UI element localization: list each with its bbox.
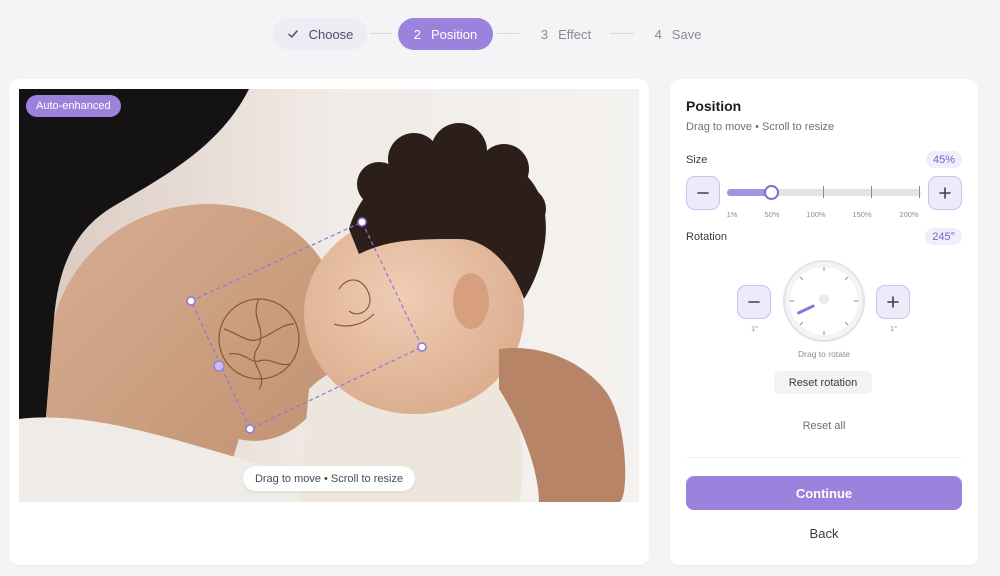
size-decrease-button[interactable] [686, 176, 720, 210]
size-slider[interactable] [727, 185, 921, 200]
slider-tick [871, 186, 872, 198]
rotation-label: Rotation [686, 231, 727, 243]
rotation-decrease-button[interactable] [737, 285, 771, 319]
size-label: Size [686, 154, 708, 166]
rotation-step-right: 1° [890, 324, 898, 333]
step-number: 3 [540, 26, 549, 42]
rotation-step-left: 1° [751, 324, 759, 333]
step-label: Save [671, 26, 702, 42]
dial-hint: Drag to rotate [798, 349, 850, 359]
step-number: 4 [654, 26, 662, 42]
panel-subtitle: Drag to move • Scroll to resize [686, 121, 835, 133]
step-effect[interactable]: 3 Effect [525, 18, 607, 50]
canvas-hint: Drag to move • Scroll to resize [243, 466, 415, 491]
step-label: Position [430, 26, 478, 42]
reset-all-button[interactable]: Reset all [670, 420, 978, 432]
step-number: 2 [413, 26, 421, 42]
check-icon [287, 30, 298, 38]
reset-rotation-button[interactable]: Reset rotation [774, 371, 872, 394]
step-connector [610, 33, 634, 34]
photo-canvas[interactable] [19, 89, 639, 502]
divider [686, 457, 962, 458]
size-scale-label: 150% [852, 210, 872, 219]
panel-title: Position [686, 98, 742, 114]
size-scale-label: 50% [764, 210, 780, 219]
step-position[interactable]: 2 Position [398, 18, 493, 50]
minus-icon [748, 301, 760, 303]
size-scale-label: 200% [899, 210, 919, 219]
rotation-value: 245° [925, 228, 962, 245]
slider-tick [919, 186, 920, 198]
plus-icon [939, 187, 951, 199]
continue-button[interactable]: Continue [686, 476, 962, 510]
step-choose[interactable]: Choose [273, 18, 367, 50]
step-connector [497, 33, 519, 34]
size-scale-label: 100% [806, 210, 826, 219]
size-scale-label: 1% [726, 210, 738, 219]
size-increase-button[interactable] [928, 176, 962, 210]
size-value: 45% [925, 151, 962, 168]
auto-enhanced-badge: Auto-enhanced [26, 95, 121, 117]
slider-tick [823, 186, 824, 198]
size-slider-thumb[interactable] [763, 185, 779, 200]
back-button[interactable]: Back [670, 526, 978, 541]
step-save[interactable]: 4 Save [640, 18, 716, 50]
photo-illustration [19, 89, 639, 502]
step-label: Effect [558, 26, 592, 42]
step-label: Choose [308, 26, 354, 42]
minus-icon [697, 192, 709, 194]
position-panel: Position Drag to move • Scroll to resize… [670, 79, 978, 565]
rotation-dial-graphic [783, 260, 865, 342]
rotation-increase-button[interactable] [876, 285, 910, 319]
plus-icon [887, 296, 899, 308]
step-progress: Choose 2 Position 3 Effect 4 Save [0, 18, 1000, 50]
step-connector [370, 33, 392, 34]
rotation-dial[interactable] [782, 259, 866, 343]
